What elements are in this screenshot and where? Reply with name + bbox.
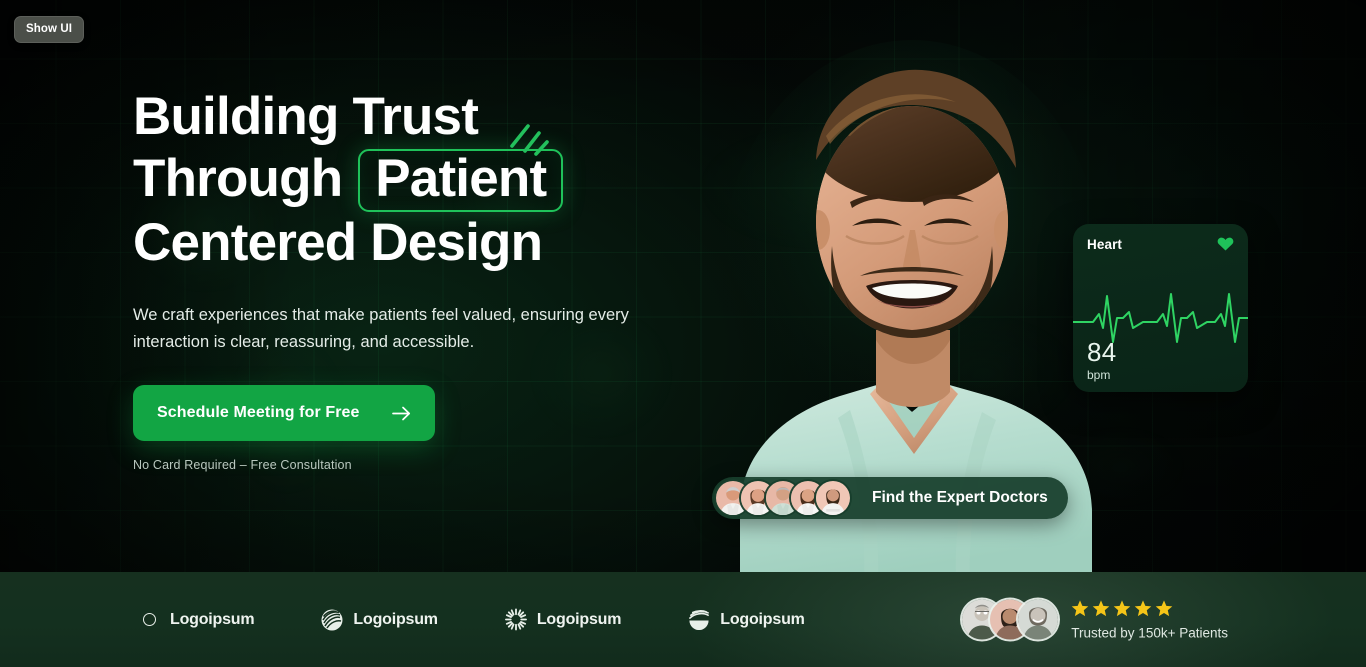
patient-avatar-3: [1018, 599, 1059, 640]
trust-text: Trusted by 150k+ Patients: [1071, 625, 1228, 640]
star-rating: [1071, 599, 1228, 622]
show-ui-button[interactable]: Show UI: [14, 16, 85, 43]
heart-rate-unit: bpm: [1087, 368, 1111, 382]
footer-logo-1[interactable]: Logoipsum: [138, 609, 255, 631]
heart-rate-card: Heart 84 bpm: [1073, 224, 1248, 392]
heart-rate-value-group: 84 bpm: [1087, 339, 1117, 382]
find-expert-doctors-label: Find the Expert Doctors: [872, 489, 1048, 506]
page-title: Building Trust Through Patient Centered …: [133, 86, 773, 274]
footer-bar: Logoipsum Logoipsum Logoipsum Logoipsum: [0, 572, 1366, 667]
heading-line-1: Building Trust: [133, 87, 479, 146]
logo-strip: Logoipsum Logoipsum Logoipsum Logoipsum: [138, 608, 805, 631]
starburst-icon: [504, 608, 527, 631]
footer-logo-2[interactable]: Logoipsum: [321, 609, 438, 631]
heading-line-2-text: Through: [133, 149, 343, 208]
star-icon: [1071, 599, 1089, 622]
footer-logo-4[interactable]: Logoipsum: [688, 609, 805, 631]
trust-info: Trusted by 150k+ Patients: [1071, 599, 1228, 640]
star-icon: [1113, 599, 1131, 622]
heart-rate-value: 84: [1087, 337, 1117, 367]
cta-fine-print: No Card Required – Free Consultation: [133, 458, 352, 472]
doctor-avatar-group: [716, 481, 850, 515]
footer-logo-3-label: Logoipsum: [536, 610, 622, 628]
striped-bowl-icon: [688, 609, 710, 631]
footer-logo-3[interactable]: Logoipsum: [504, 608, 622, 631]
heart-icon: [1217, 236, 1234, 252]
footer-logo-1-label: Logoipsum: [170, 610, 255, 628]
hero-copy: Building Trust Through Patient Centered …: [133, 86, 773, 472]
heading-line-3: Centered Design: [133, 213, 543, 272]
crescent-icon: [138, 609, 160, 631]
schedule-meeting-label: Schedule Meeting for Free: [157, 404, 360, 421]
heart-card-title: Heart: [1087, 236, 1123, 252]
heart-card-header: Heart: [1073, 224, 1248, 252]
find-expert-doctors-pill[interactable]: Find the Expert Doctors: [712, 477, 1068, 519]
footer-logo-2-label: Logoipsum: [353, 610, 438, 628]
arrow-right-icon: [392, 406, 411, 421]
patient-avatar-group: [962, 599, 1059, 640]
hero-subtitle: We craft experiences that make patients …: [133, 306, 629, 351]
schedule-meeting-button[interactable]: Schedule Meeting for Free: [133, 385, 435, 441]
footer-logo-4-label: Logoipsum: [720, 610, 805, 628]
heading-line-2: Through Patient: [133, 148, 773, 212]
spiral-icon: [321, 609, 343, 631]
sparkle-lines-icon: [510, 124, 549, 156]
star-icon: [1155, 599, 1173, 622]
hero-page: Show UI Heart 84 bpm Find the Expert Doc…: [0, 0, 1366, 667]
star-icon: [1092, 599, 1110, 622]
doctor-avatar-5: [816, 481, 850, 515]
star-icon: [1134, 599, 1152, 622]
trust-badge: Trusted by 150k+ Patients: [962, 599, 1228, 640]
